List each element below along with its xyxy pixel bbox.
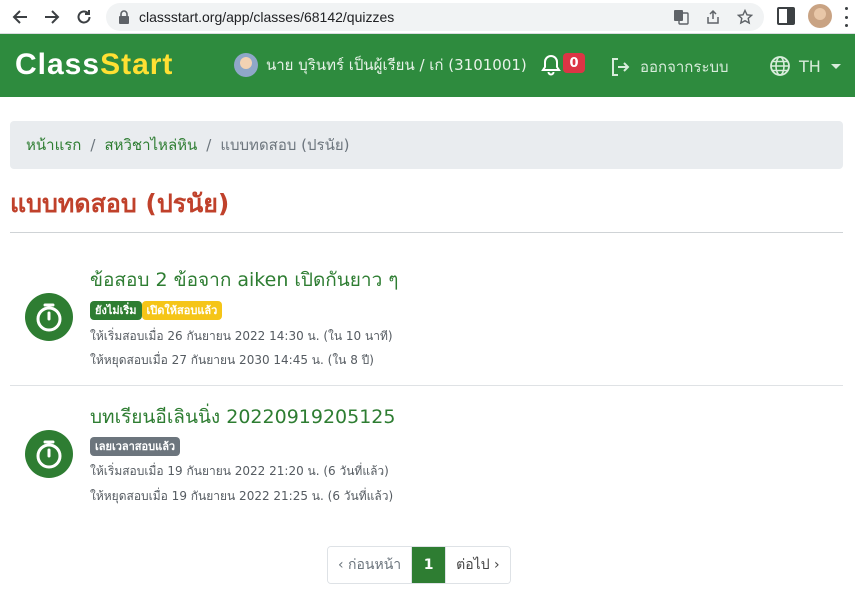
reload-icon[interactable] bbox=[73, 6, 95, 28]
status-badge: ยังไม่เริ่ม bbox=[90, 301, 142, 320]
quiz-start-time: ให้เริ่มสอบเมื่อ 26 กันยายน 2022 14:30 น… bbox=[90, 329, 393, 343]
status-badges: เลยเวลาสอบแล้ว bbox=[90, 437, 181, 456]
page-title: แบบทดสอบ (ปรนัย) bbox=[10, 189, 230, 218]
quiz-start-time: ให้เริ่มสอบเมื่อ 19 กันยายน 2022 21:20 น… bbox=[90, 464, 389, 478]
side-panel-icon[interactable] bbox=[777, 7, 795, 25]
status-badge: เปิดให้สอบแล้ว bbox=[141, 301, 223, 320]
user-menu[interactable]: นาย บุรินทร์ เป็นผู้เรียน / เก่ (3101001… bbox=[234, 53, 527, 77]
browser-toolbar: classstart.org/app/classes/68142/quizzes bbox=[0, 0, 855, 34]
site-header: ClassStart นาย บุรินทร์ เป็นผู้เรียน / เ… bbox=[0, 34, 855, 97]
breadcrumb-current: แบบทดสอบ (ปรนัย) bbox=[220, 136, 350, 154]
pagination: ‹ ก่อนหน้า 1 ต่อไป › bbox=[327, 546, 511, 584]
profile-avatar[interactable] bbox=[808, 4, 832, 28]
breadcrumb-separator: / bbox=[90, 136, 96, 154]
user-avatar bbox=[234, 53, 258, 77]
language-selector[interactable]: TH bbox=[769, 55, 841, 77]
language-label: TH bbox=[799, 56, 821, 76]
quiz-item: บทเรียนอีเลินนิ่ง 20220919205125 เลยเวลา… bbox=[10, 388, 843, 518]
kebab-menu-icon[interactable] bbox=[843, 7, 849, 27]
logout-link[interactable]: ออกจากระบบ bbox=[610, 55, 729, 79]
pagination-next[interactable]: ต่อไป › bbox=[445, 547, 510, 583]
forward-arrow-icon[interactable] bbox=[41, 6, 63, 28]
address-bar[interactable]: classstart.org/app/classes/68142/quizzes bbox=[106, 3, 764, 31]
logout-label: ออกจากระบบ bbox=[640, 58, 729, 76]
quiz-end-time: ให้หยุดสอบเมื่อ 19 กันยายน 2022 21:25 น.… bbox=[90, 489, 394, 503]
breadcrumb-home[interactable]: หน้าแรก bbox=[26, 133, 81, 157]
translate-icon[interactable] bbox=[672, 8, 690, 26]
back-arrow-icon[interactable] bbox=[9, 6, 31, 28]
breadcrumb: หน้าแรก / สหวิชาไหล่หิน / แบบทดสอบ (ปรนั… bbox=[10, 121, 843, 169]
bell-icon[interactable] bbox=[541, 54, 561, 76]
breadcrumb-course[interactable]: สหวิชาไหล่หิน bbox=[104, 133, 197, 157]
stopwatch-icon bbox=[25, 293, 73, 341]
quiz-title-link[interactable]: บทเรียนอีเลินนิ่ง 20220919205125 bbox=[90, 402, 395, 432]
globe-icon bbox=[770, 56, 790, 76]
logout-icon bbox=[612, 58, 630, 76]
share-icon[interactable] bbox=[704, 8, 722, 26]
notification-badge[interactable]: 0 bbox=[563, 53, 585, 73]
quiz-item: ข้อสอบ 2 ข้อจาก aiken เปิดกันยาว ๆ ยังไม… bbox=[10, 250, 843, 380]
lock-icon[interactable] bbox=[118, 10, 130, 24]
star-icon[interactable] bbox=[736, 8, 754, 26]
divider bbox=[10, 385, 843, 386]
status-badges: ยังไม่เริ่ม เปิดให้สอบแล้ว bbox=[90, 301, 223, 320]
classstart-logo[interactable]: ClassStart bbox=[15, 48, 173, 82]
breadcrumb-separator: / bbox=[206, 136, 212, 154]
pagination-prev[interactable]: ‹ ก่อนหน้า bbox=[328, 547, 412, 583]
user-name: นาย บุรินทร์ เป็นผู้เรียน / เก่ (3101001… bbox=[266, 56, 527, 74]
status-badge: เลยเวลาสอบแล้ว bbox=[90, 437, 181, 456]
url-text[interactable]: classstart.org/app/classes/68142/quizzes bbox=[139, 9, 394, 25]
chevron-down-icon bbox=[830, 63, 841, 69]
quiz-title-link[interactable]: ข้อสอบ 2 ข้อจาก aiken เปิดกันยาว ๆ bbox=[90, 265, 399, 295]
pagination-page-1[interactable]: 1 bbox=[411, 547, 446, 583]
quiz-end-time: ให้หยุดสอบเมื่อ 27 กันยายน 2030 14:45 น.… bbox=[90, 353, 374, 367]
stopwatch-icon bbox=[25, 430, 73, 478]
divider bbox=[10, 232, 843, 233]
